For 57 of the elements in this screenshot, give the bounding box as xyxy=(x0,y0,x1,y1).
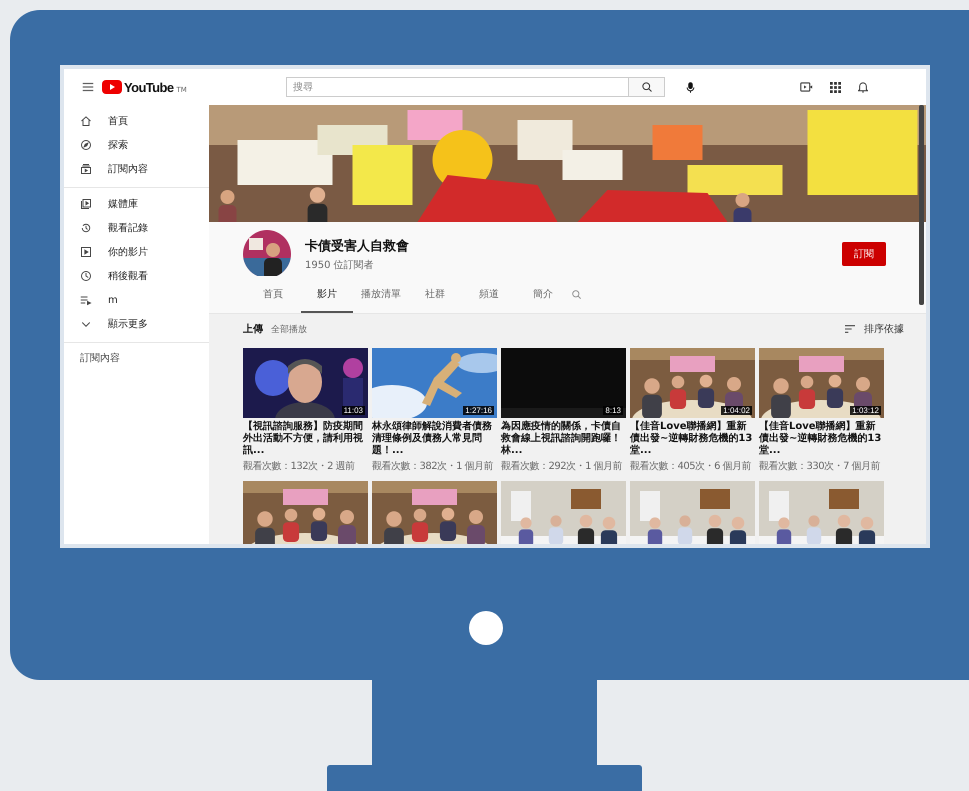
subscriber-count: 1950 位訂閱者 xyxy=(305,258,375,272)
video-title[interactable]: 為因應疫情的關係，卡債自救會線上視訊諮詢開跑囉！林... xyxy=(501,421,626,457)
search-field[interactable]: 搜尋 xyxy=(286,77,629,97)
video-stats: 觀看次數：405次・6 個月前 xyxy=(630,460,752,473)
channel-tab[interactable]: 播放清單 xyxy=(355,276,407,313)
sidebar-item[interactable]: m xyxy=(64,288,209,312)
channel-name: 卡債受害人自救會 xyxy=(305,238,409,254)
scrollbar[interactable] xyxy=(919,105,924,305)
clock-icon xyxy=(80,270,92,282)
sort-icon[interactable] xyxy=(844,324,856,334)
sidebar-item[interactable]: 觀看記錄 xyxy=(64,216,209,240)
search-icon[interactable] xyxy=(571,289,582,300)
play-logo-icon[interactable] xyxy=(102,80,122,94)
channel-tab[interactable]: 社群 xyxy=(409,276,461,313)
search-icon xyxy=(640,81,652,93)
video-title[interactable]: 【視訊諮詢服務】防疫期間外出活動不方便，請利用視訊... xyxy=(243,421,368,457)
search-button[interactable] xyxy=(629,77,665,97)
play-all-link[interactable]: 全部播放 xyxy=(271,322,307,336)
video-title[interactable]: 林永頌律師解說消費者債務清理條例及債務人常見問題！... xyxy=(372,421,497,457)
video-duration: 1:27:16 xyxy=(463,406,494,415)
sort-button[interactable]: 排序依據 xyxy=(864,322,904,336)
logo-text[interactable]: YouTube xyxy=(124,80,174,94)
home-icon xyxy=(80,115,92,127)
video-duration: 8:13 xyxy=(603,406,623,415)
sidebar-item[interactable]: 探索 xyxy=(64,133,209,157)
sidebar-item[interactable]: 顯示更多 xyxy=(64,312,209,336)
video-icon xyxy=(80,246,92,258)
subscribe-button[interactable]: 訂閱 xyxy=(842,242,886,266)
video-camera-icon[interactable] xyxy=(800,82,813,92)
sidebar-item[interactable]: 訂閱內容 xyxy=(64,157,209,181)
video-stats: 觀看次數：330次・7 個月前 xyxy=(759,460,882,473)
section-heading: 訂閱內容 xyxy=(79,352,121,365)
compass-icon xyxy=(80,139,92,151)
menu-icon[interactable] xyxy=(81,80,95,94)
apps-grid-icon[interactable] xyxy=(830,82,841,92)
video-title[interactable]: 【佳音Love聯播網】重新債出發~逆轉財務危機的13堂... xyxy=(630,421,755,457)
video-stats: 觀看次數：132次・2 週前 xyxy=(243,460,356,473)
sidebar-item[interactable]: 首頁 xyxy=(64,109,209,133)
video-duration: 11:03 xyxy=(342,406,365,415)
playlist-icon xyxy=(80,294,92,306)
channel-tab[interactable]: 頻道 xyxy=(463,276,515,313)
subs-icon xyxy=(80,163,92,175)
history-icon xyxy=(80,222,92,234)
microphone-icon[interactable] xyxy=(686,80,695,94)
video-duration: 1:03:12 xyxy=(850,406,881,415)
section-title: 上傳 xyxy=(243,322,263,336)
video-stats: 觀看次數：382次・1 個月前 xyxy=(372,460,494,473)
channel-tab[interactable]: 首頁 xyxy=(247,276,299,313)
library-icon xyxy=(80,198,92,210)
sidebar-item[interactable]: 媒體庫 xyxy=(64,192,209,216)
video-title[interactable]: 【佳音Love聯播網】重新債出發~逆轉財務危機的13堂... xyxy=(759,421,884,457)
video-stats: 觀看次數：292次・1 個月前 xyxy=(501,460,624,473)
sidebar-item[interactable]: 你的影片 xyxy=(64,240,209,264)
sidebar-item[interactable]: 稍後觀看 xyxy=(64,264,209,288)
channel-tab[interactable]: 簡介 xyxy=(517,276,569,313)
video-duration: 1:04:02 xyxy=(721,406,752,415)
bell-icon[interactable] xyxy=(858,81,868,93)
